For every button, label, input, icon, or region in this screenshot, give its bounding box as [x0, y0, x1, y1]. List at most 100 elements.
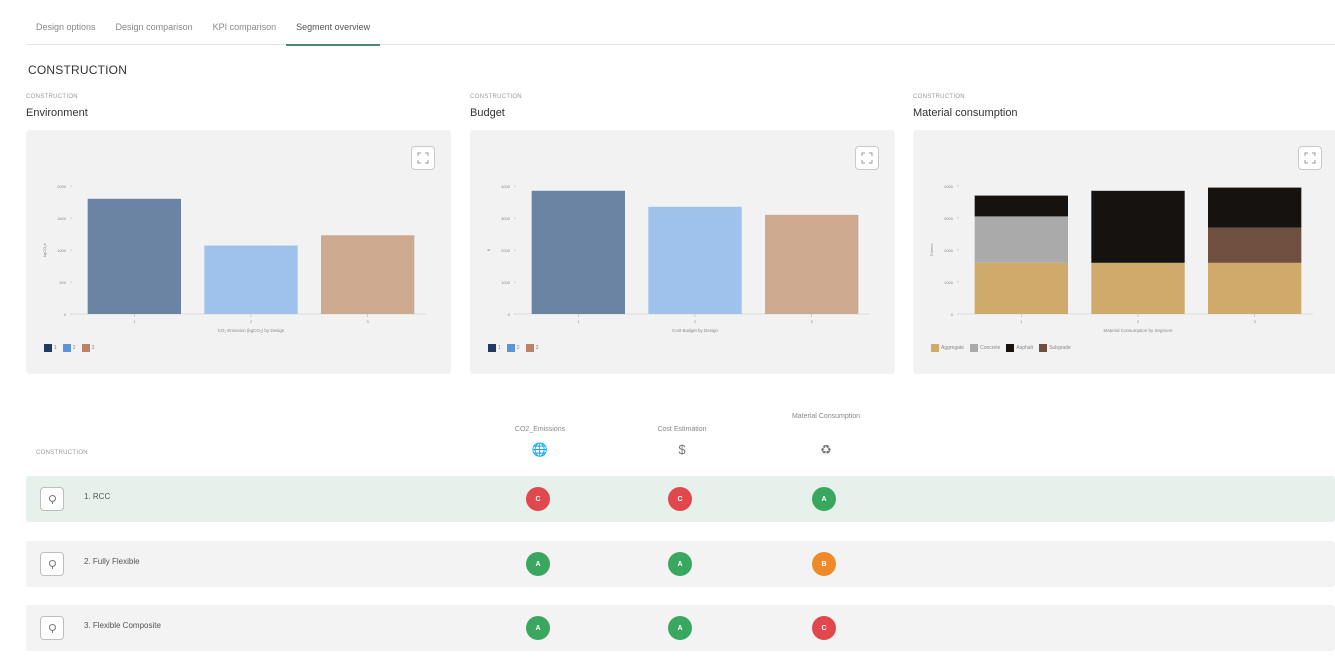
chart-kicker: CONSTRUCTION [913, 94, 965, 100]
material-grade-badge: C [812, 616, 836, 640]
col-head-material: Material Consumption [791, 413, 861, 420]
legend-item[interactable]: 1 [44, 344, 57, 352]
bar-segment [1208, 227, 1302, 263]
legend-swatch [931, 344, 939, 352]
x-tick-label: 3 [367, 319, 370, 324]
y-tick-label: 1000 [501, 280, 511, 285]
legend-item[interactable]: Aggregate [931, 344, 964, 352]
cost-grade-badge: A [668, 616, 692, 640]
legend-item[interactable]: Concrete [970, 344, 1000, 352]
x-axis-label: Material Consumption by Segment [1103, 328, 1173, 333]
legend-item[interactable]: 1 [488, 344, 501, 352]
y-tick-label: 2000 [944, 248, 954, 253]
y-tick-label: 3000 [501, 216, 511, 221]
chart-legend: Aggregate Concrete Asphalt Subgrade [931, 344, 1071, 352]
tab-segment-overview[interactable]: Segment overview [286, 14, 381, 46]
col-head-co2: CO2_Emissions [514, 426, 566, 433]
legend-swatch [525, 344, 534, 352]
bar [531, 190, 625, 314]
legend-label: 3 [91, 345, 95, 351]
legend-item[interactable]: 2 [62, 344, 76, 352]
legend-swatch [970, 344, 979, 352]
y-tick-label: 4000 [944, 184, 954, 189]
legend-label: 2 [72, 345, 76, 351]
y-tick-label: 4000 [501, 184, 511, 189]
legend-swatch [62, 344, 71, 352]
legend-item[interactable]: 2 [506, 344, 520, 352]
environment-chart-panel: CONSTRUCTION Environment 0 500 1000 1500 200… [26, 94, 451, 374]
tab-bar: Design options Design comparison KPI com… [26, 14, 1335, 46]
cost-grade-badge: C [668, 487, 692, 511]
material-grade-badge: A [812, 487, 836, 511]
legend-swatch [506, 344, 515, 352]
tab-kpi-comparison[interactable]: KPI comparison [203, 14, 287, 44]
row-label: 1. RCC [84, 492, 111, 501]
dollar-icon: $ [678, 442, 686, 457]
co2-grade-badge: A [526, 616, 550, 640]
expand-button[interactable] [855, 146, 879, 170]
chart-card: 0 1000 2000 3000 4000 $1 2 3 Cost Budget by Desi… [470, 130, 895, 374]
expand-button[interactable] [1298, 146, 1322, 170]
expand-button[interactable] [411, 146, 435, 170]
legend-label: 1 [498, 345, 501, 351]
table-header-label: CONSTRUCTION [36, 450, 88, 456]
material-grade-badge: B [812, 552, 836, 576]
bar [765, 214, 859, 314]
row-pin-button[interactable] [40, 487, 64, 511]
legend-item[interactable]: Subgrade [1039, 344, 1071, 352]
co2-grade-badge: C [526, 487, 550, 511]
bar [321, 235, 415, 314]
table-row[interactable]: 2. Fully Flexible A A B [26, 541, 1335, 587]
bar-segment [1208, 262, 1302, 314]
row-pin-button[interactable] [40, 552, 64, 576]
legend-swatch [44, 344, 52, 352]
table-row[interactable]: 3. Flexible Composite A A C [26, 605, 1335, 651]
chart-title: Environment [26, 107, 88, 119]
y-tick-label: 1000 [57, 248, 67, 253]
y-tick-label: 1000 [944, 280, 954, 285]
globe-icon: 🌐 [531, 442, 549, 457]
chart-card: 0 500 1000 1500 2000 kgCO₂e 1 2 3 CO₂ Emission (k… [26, 130, 451, 374]
row-pin-button[interactable] [40, 616, 64, 640]
chart-legend: 1 2 3 [488, 344, 538, 352]
table-row[interactable]: 1. RCC C C A [26, 476, 1335, 522]
chart-kicker: CONSTRUCTION [470, 94, 522, 100]
y-axis-label: kgCO₂e [42, 242, 47, 257]
legend-swatch [81, 344, 90, 352]
x-axis-label: Cost Budget by Design [672, 328, 719, 333]
legend-label: Aggregate [941, 345, 965, 351]
x-axis-label: CO₂ Emission (kgCO₂) by Design [218, 328, 285, 333]
y-tick-label: 0 [64, 312, 67, 317]
chart-card: 0 1000 2000 3000 4000 Tonnes 1 2 3 Material Consu… [913, 130, 1335, 374]
co2-grade-badge: A [526, 552, 550, 576]
row-label: 2. Fully Flexible [84, 557, 140, 566]
col-head-cost: Cost Estimation [657, 426, 707, 433]
y-tick-label: 1500 [57, 216, 67, 221]
chart-kicker: CONSTRUCTION [26, 94, 78, 100]
legend-item[interactable]: 3 [525, 344, 539, 352]
legend-label: Asphalt [1016, 345, 1034, 351]
legend-label: 3 [535, 345, 539, 351]
expand-icon [861, 152, 873, 164]
y-tick-label: 0 [508, 312, 511, 317]
tab-design-options[interactable]: Design options [26, 14, 106, 44]
expand-icon [1304, 152, 1316, 164]
chart-title: Material consumption [913, 107, 1018, 119]
bar-segment [974, 195, 1068, 217]
legend-item[interactable]: Asphalt [1006, 344, 1033, 352]
legend-label: Subgrade [1049, 345, 1071, 351]
expand-icon [417, 152, 429, 164]
legend-swatch [1006, 344, 1015, 352]
budget-chart-panel: CONSTRUCTION Budget 0 1000 2000 3000 4000 $1 2… [470, 94, 895, 374]
legend-item[interactable]: 3 [81, 344, 95, 352]
material-stacked-bar-chart: 0 1000 2000 3000 4000 Tonnes 1 2 3 Material Consu… [929, 184, 1313, 333]
legend-label: 2 [516, 345, 520, 351]
tab-design-comparison[interactable]: Design comparison [106, 14, 203, 44]
bar-segment [1208, 187, 1302, 228]
x-tick-label: 1 [577, 319, 580, 324]
x-tick-label: 2 [1137, 319, 1140, 324]
x-tick-label: 3 [811, 319, 814, 324]
cost-grade-badge: A [668, 552, 692, 576]
chart-legend: 1 2 3 [44, 344, 94, 352]
bar [87, 198, 181, 314]
